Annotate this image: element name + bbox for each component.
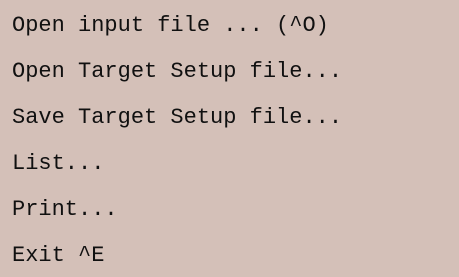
menu-item-open-target-setup-file[interactable]: Open Target Setup file... [0, 48, 459, 94]
menu-item-list[interactable]: List... [0, 140, 459, 186]
menu-item-print[interactable]: Print... [0, 186, 459, 232]
file-menu: Open input file ... (^O) Open Target Set… [0, 0, 459, 277]
menu-item-exit[interactable]: Exit ^E [0, 232, 459, 277]
menu-item-open-input-file[interactable]: Open input file ... (^O) [0, 2, 459, 48]
menu-item-save-target-setup-file[interactable]: Save Target Setup file... [0, 94, 459, 140]
